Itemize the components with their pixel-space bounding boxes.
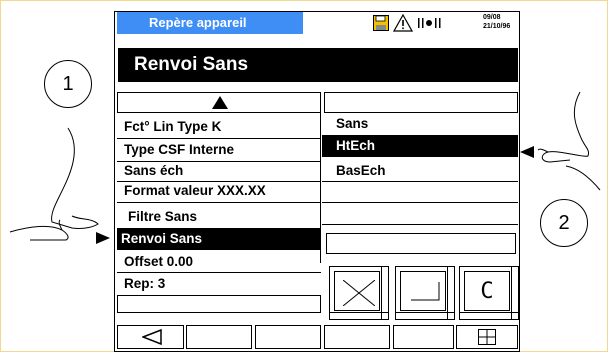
options-scroll-down-field[interactable] [326,233,516,254]
back-button[interactable] [117,325,184,349]
list-item[interactable]: Offset 0.00 [120,251,320,273]
menu-button[interactable] [456,325,518,349]
divider [117,202,321,203]
list-item[interactable]: Format valeur XXX.XX [120,180,320,202]
option-item-selected[interactable]: HtEch [322,135,518,157]
nav-button-4[interactable] [324,325,390,349]
warning-icon [393,14,413,32]
device-header-title: Repère appareil [117,12,303,34]
clear-glyph: C [464,271,510,311]
scroll-down-field[interactable] [117,295,321,313]
enter-button[interactable] [395,266,455,320]
list-item[interactable]: Fct° Lin Type K [120,116,320,138]
screen-title: Renvoi Sans [118,48,518,82]
date-line-1: 09/08 [483,14,501,21]
nav-button-2[interactable] [186,325,252,349]
list-item[interactable]: Type CSF Interne [120,139,320,161]
floppy-icon [373,15,389,31]
scroll-up-field[interactable] [117,92,321,113]
nav-button-3[interactable] [255,325,321,349]
option-item[interactable]: BasEch [322,160,518,182]
list-item[interactable]: Sans éch [120,160,320,182]
clear-button[interactable]: C [459,266,519,320]
up-arrow-icon [212,96,228,109]
enter-icon [411,282,440,301]
option-item[interactable]: Sans [322,113,518,135]
date-display: 09/08 21/10/96 [483,13,510,31]
status-bar: 09/08 21/10/96 [305,12,519,34]
list-item[interactable]: Rep: 3 [120,273,320,295]
grid-icon [478,329,496,345]
date-line-2: 21/10/96 [483,23,511,30]
left-triangle-icon [142,329,162,345]
cancel-button[interactable] [329,266,389,320]
divider [322,181,518,182]
divider [322,202,518,203]
signal-icon [418,18,441,28]
x-icon [343,280,375,306]
list-item-selected[interactable]: Renvoi Sans [117,228,321,250]
options-scroll-up-field[interactable] [324,92,518,113]
list-item[interactable]: Filtre Sans [120,206,320,228]
divider [322,224,518,225]
nav-button-5[interactable] [393,325,454,349]
